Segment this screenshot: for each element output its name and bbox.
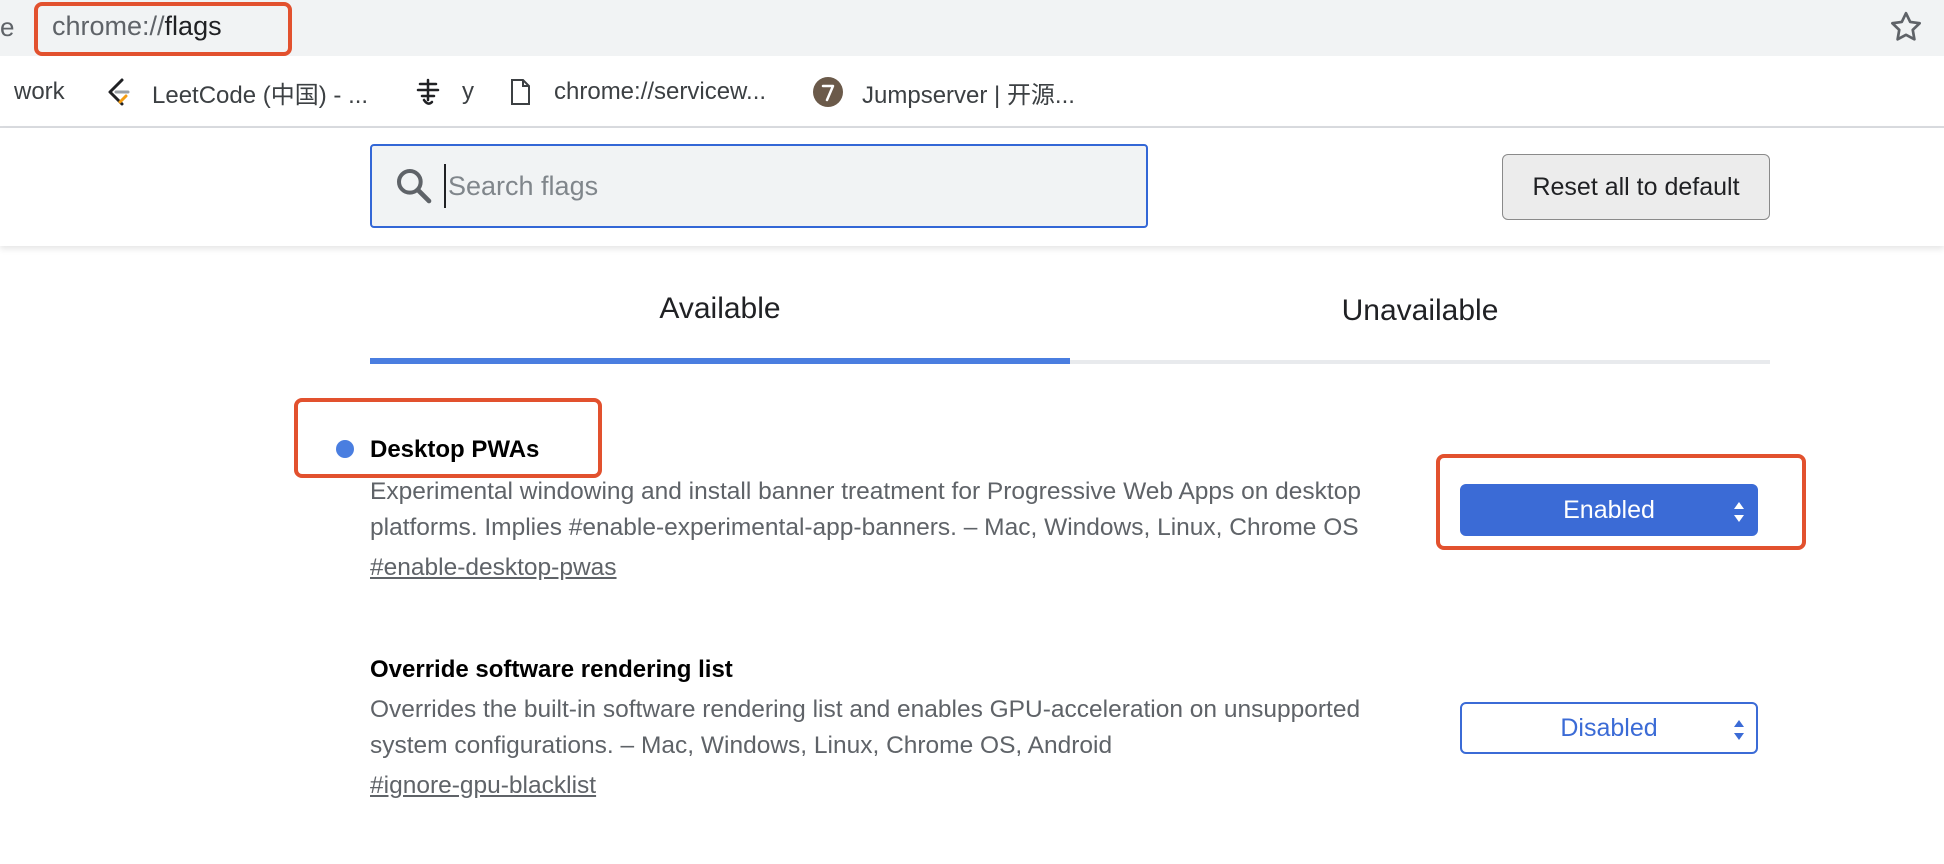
bookmark-y[interactable]: y <box>412 74 474 110</box>
bookmark-label: y <box>462 78 474 105</box>
tab-available[interactable]: Available <box>370 268 1070 364</box>
bookmark-label: work <box>14 78 65 105</box>
jumpserver-icon <box>813 77 843 107</box>
experiment-description: Overrides the built-in software renderin… <box>370 696 1361 759</box>
experiment-permalink[interactable]: #enable-desktop-pwas <box>370 554 617 582</box>
tab-active-indicator <box>370 358 1070 364</box>
page-icon <box>511 79 530 105</box>
annotation-title-highlight <box>294 398 602 478</box>
bookmarks-bar: work LeetCode (中国) - ... y chrome://serv… <box>0 56 1944 128</box>
select-arrows-icon <box>1734 720 1744 740</box>
experiment-permalink[interactable]: #ignore-gpu-blacklist <box>370 772 596 800</box>
star-icon[interactable] <box>1888 9 1924 45</box>
leetcode-icon <box>108 78 130 106</box>
search-icon <box>397 169 432 204</box>
bookmark-label: chrome://servicew... <box>554 78 767 105</box>
select-value: Disabled <box>1560 713 1658 742</box>
flags-header: Reset all to default <box>0 128 1944 246</box>
experiment-title: Override software rendering list <box>370 656 733 683</box>
calligraphy-icon <box>416 78 440 105</box>
annotation-url-highlight <box>34 2 292 56</box>
bookmark-jumpserver[interactable]: Jumpserver | 开源... <box>812 74 1075 110</box>
chrome-flags-page: e chrome://flags work LeetCode (中国) - ..… <box>0 0 1944 864</box>
omnibox-prefix: e <box>0 12 15 42</box>
bookmark-work[interactable]: work <box>14 74 65 110</box>
bookmark-servicework[interactable]: chrome://servicew... <box>504 74 766 110</box>
reset-all-button[interactable]: Reset all to default <box>1502 154 1770 220</box>
tab-unavailable[interactable]: Unavailable <box>1070 268 1770 364</box>
search-box[interactable] <box>370 144 1148 228</box>
annotation-select-highlight <box>1436 454 1806 550</box>
bookmark-label: Jumpserver | 开源... <box>862 81 1075 109</box>
search-input[interactable] <box>444 164 1124 208</box>
experiment-description: Experimental windowing and install banne… <box>370 478 1361 541</box>
bookmark-leetcode[interactable]: LeetCode (中国) - ... <box>102 74 368 110</box>
flag-select-disabled[interactable]: Disabled <box>1460 702 1758 754</box>
bookmark-label: LeetCode (中国) - ... <box>152 81 369 109</box>
